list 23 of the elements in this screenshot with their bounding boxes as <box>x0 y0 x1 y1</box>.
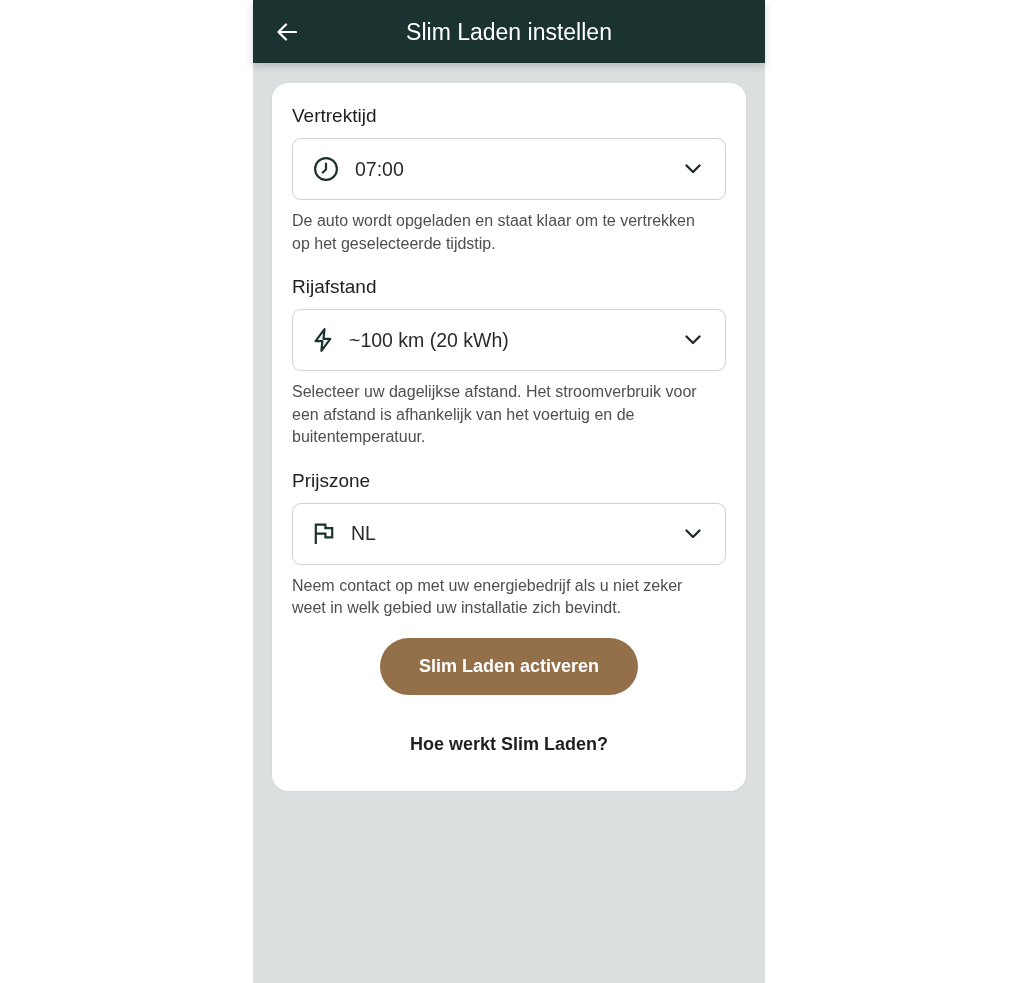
field-label: Vertrektijd <box>292 104 378 128</box>
dropdown-value: ~100 km (20 kWh) <box>349 328 510 352</box>
field-label: Rijafstand <box>292 275 378 299</box>
field-label: Prijszone <box>292 468 372 493</box>
dropdown-select[interactable]: NL <box>292 502 726 565</box>
help-link[interactable]: Hoe werkt Slim Laden? <box>409 731 608 756</box>
help-text: De auto wordt opgeladen en staat klaar om te vertrekken op het geselecteerde tijdstip. <box>292 211 696 254</box>
activate-button[interactable]: Slim Laden activeren <box>380 637 638 695</box>
flag-icon <box>314 522 334 545</box>
dropdown-select[interactable]: ~100 km (20 kWh) <box>292 309 726 371</box>
lightning-icon <box>314 328 332 352</box>
help-text: Selecteer uw dagelijkse afstand. Het stroomverbruik voor een afstand is afhankelijk van het voertuig en de buitentemperatuur. <box>292 382 698 447</box>
chevron-down-icon <box>685 335 701 345</box>
back-arrow-icon <box>277 22 297 41</box>
chevron-down-icon <box>685 164 701 174</box>
help-text: Neem contact op met uw energiebedrijf als u niet zeker weet in welk gebied uw installatie zich bevindt. <box>292 575 684 618</box>
chevron-down-icon <box>685 528 701 539</box>
clock-icon <box>314 157 338 181</box>
dropdown-select[interactable]: 07:00 <box>292 138 726 200</box>
dropdown-value: 07:00 <box>355 157 405 181</box>
dropdown-value: NL <box>351 522 377 545</box>
back-button[interactable] <box>277 22 297 41</box>
screen-title: Slim Laden instellen <box>406 17 612 46</box>
